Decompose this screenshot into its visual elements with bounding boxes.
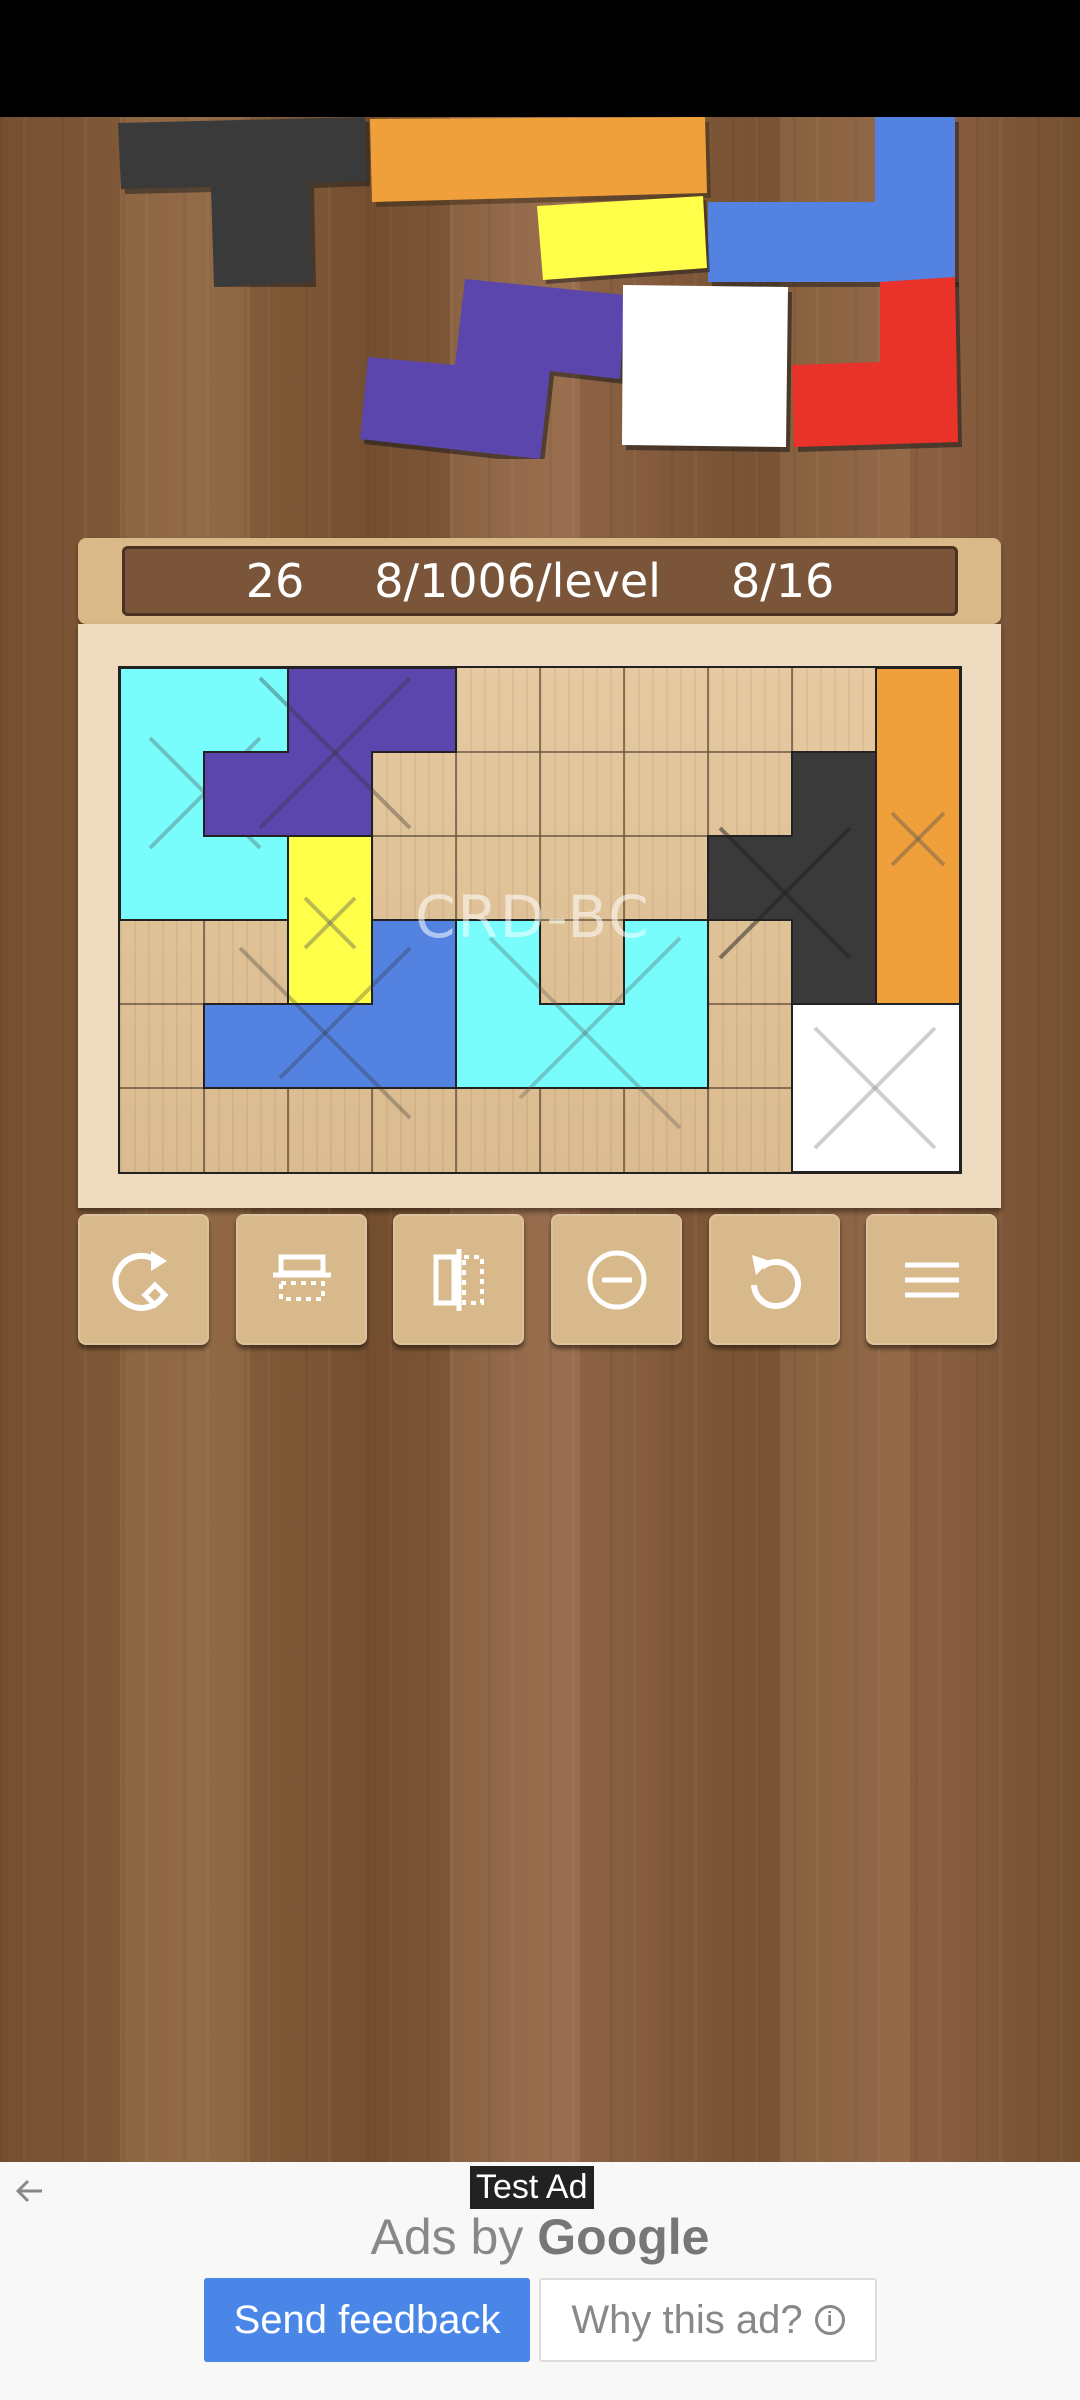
flip-horizontal-icon [433, 1248, 484, 1311]
rotate-icon [112, 1250, 169, 1311]
board-panel: CRD-BC [78, 624, 1001, 1208]
board-watermark: CRD-BC [415, 883, 651, 951]
menu-button[interactable] [866, 1214, 997, 1345]
blue-l-piece[interactable] [705, 117, 960, 287]
flip-vertical-icon [272, 1254, 331, 1301]
minus-circle-icon [587, 1250, 646, 1309]
send-feedback-button[interactable]: Send feedback [204, 2278, 530, 2362]
info-icon: i [814, 2305, 845, 2335]
flip-vertical-button[interactable] [236, 1214, 367, 1345]
flip-horizontal-button[interactable] [393, 1214, 524, 1345]
level-progress: 8/1006/level [374, 554, 661, 608]
pieces-count: 8/16 [730, 554, 835, 608]
moves-count: 26 [245, 554, 305, 608]
undo-icon [750, 1254, 801, 1309]
test-ad-badge: Test Ad [470, 2166, 594, 2209]
ads-by-google: Ads by Google [0, 2208, 1080, 2266]
cyan-u-placed[interactable] [455, 919, 709, 1130]
level-header: 26 8/1006/level 8/16 [78, 538, 1001, 624]
rotate-button[interactable] [78, 1214, 209, 1345]
puzzle-board[interactable]: CRD-BC [118, 666, 962, 1174]
dark-t-piece[interactable] [110, 117, 370, 287]
white-square-piece[interactable] [620, 282, 795, 452]
ads-by-label: Ads by [370, 2209, 524, 2265]
header-bar: 26 8/1006/level 8/16 [122, 546, 958, 616]
yellow-domino-piece[interactable] [535, 192, 710, 292]
back-arrow-icon[interactable] [12, 2174, 46, 2208]
ad-banner[interactable]: Test Ad Ads by Google Send feedback Why … [0, 2162, 1080, 2400]
why-this-ad-button[interactable]: Why this ad? i [539, 2278, 877, 2362]
dark-t-placed[interactable] [707, 751, 877, 1005]
why-this-ad-label: Why this ad? [571, 2297, 803, 2342]
orange-bar-placed[interactable] [875, 668, 960, 1005]
google-logo-text: Google [537, 2209, 710, 2265]
purple-z-piece[interactable] [360, 279, 630, 459]
menu-icon [904, 1262, 959, 1297]
undo-button[interactable] [709, 1214, 840, 1345]
white-square-placed[interactable] [791, 1003, 960, 1172]
red-l-piece[interactable] [790, 277, 965, 457]
yellow-domino-placed[interactable] [287, 835, 373, 1005]
remove-button[interactable] [551, 1214, 682, 1345]
